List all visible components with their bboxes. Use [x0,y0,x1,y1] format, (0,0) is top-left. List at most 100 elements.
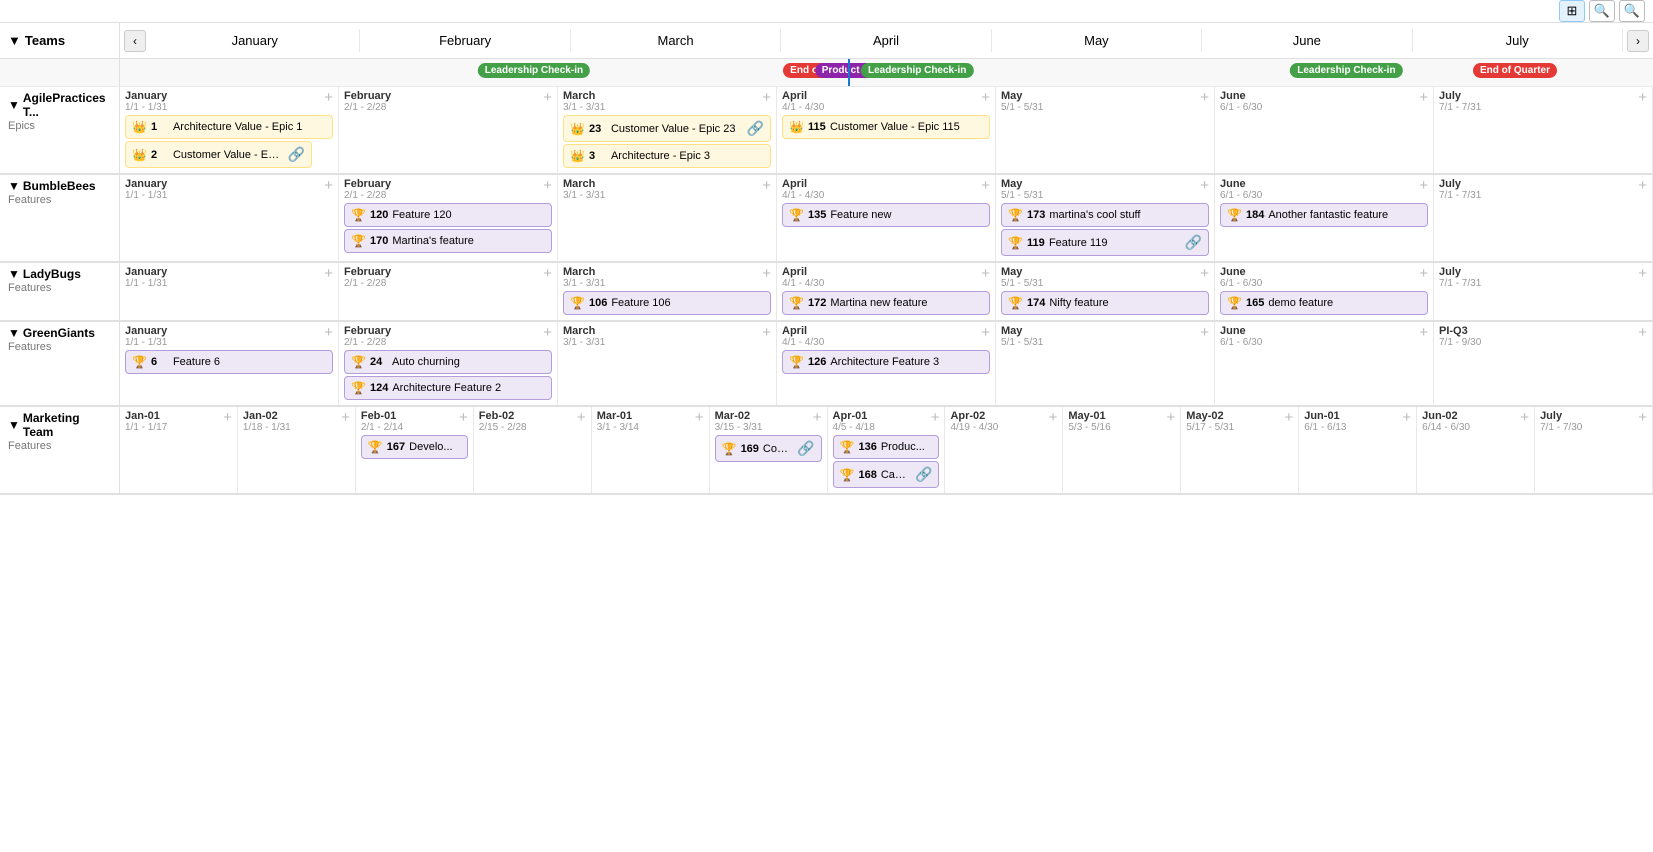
milestone-leadership-checkin-2: Leadership Check-in [861,63,973,78]
cell-add-button[interactable]: + [1419,90,1428,105]
feat-item-172[interactable]: 🏆 172 Martina new feature [782,291,990,315]
feat-item-119[interactable]: 🏆 119 Feature 119 🔗 [1001,229,1209,256]
cell-add-button[interactable]: + [324,90,333,105]
mkt-may01-cell: May-01 5/3 - 5/16 + [1063,407,1181,493]
feat-item-106[interactable]: 🏆 106 Feature 106 [563,291,771,315]
cell-period: January 1/1 - 1/31 [125,178,167,201]
cell-add-button[interactable]: + [695,410,704,425]
cell-add-button[interactable]: + [324,266,333,281]
feat-item-124[interactable]: 🏆 124 Architecture Feature 2 [344,376,552,400]
feat-icon: 🏆 [1008,236,1023,250]
group-marketingteam-name[interactable]: ▼ Marketing Team [8,411,111,439]
cell-add-button[interactable]: + [813,410,822,425]
group-bumblebees-name[interactable]: ▼ BumbleBees [8,179,111,193]
cell-add-button[interactable]: + [1167,410,1176,425]
cell-period-dates: 6/1 - 6/30 [1220,278,1262,289]
cell-add-button[interactable]: + [577,410,586,425]
group-greengiants-name[interactable]: ▼ GreenGiants [8,326,111,340]
cell-period-dates: 7/1 - 7/31 [1439,102,1481,113]
group-ladybugs-header: ▼ LadyBugs Features January 1/1 - 1/31 + [0,263,1653,320]
cell-add-button[interactable]: + [1638,410,1647,425]
nav-right-button[interactable]: › [1627,30,1649,52]
cell-head: Apr-01 4/5 - 4/18 + [833,410,940,433]
cell-head: February 2/1 - 2/28 + [344,90,552,113]
feat-item-168[interactable]: 🏆 168 Campa... 🔗 [833,461,940,488]
cell-period-dates: 4/5 - 4/18 [833,422,875,433]
cell-add-button[interactable]: + [981,266,990,281]
epic-item-3[interactable]: 👑 3 Architecture - Epic 3 [563,144,771,168]
cell-add-button[interactable]: + [981,90,990,105]
cell-add-button[interactable]: + [1049,410,1058,425]
feat-item-167[interactable]: 🏆 167 Develo... [361,435,468,459]
cell-add-button[interactable]: + [762,178,771,193]
cell-add-button[interactable]: + [1638,178,1647,193]
cell-add-button[interactable]: + [1638,266,1647,281]
epic-item-2[interactable]: 👑 2 Customer Value - Epic 2 🔗 [125,141,312,168]
feat-item-184[interactable]: 🏆 184 Another fantastic feature [1220,203,1428,227]
cell-add-button[interactable]: + [1419,266,1428,281]
cell-head: March 3/1 - 3/31 + [563,266,771,289]
epic-item-23[interactable]: 👑 23 Customer Value - Epic 23 🔗 [563,115,771,142]
teams-toggle[interactable]: ▼ Teams [0,23,120,58]
cell-add-button[interactable]: + [1419,325,1428,340]
cell-add-button[interactable]: + [1638,325,1647,340]
cell-add-button[interactable]: + [1284,410,1293,425]
feat-item-169[interactable]: 🏆 169 Communica... 🔗 [715,435,822,462]
feat-item-173[interactable]: 🏆 173 martina's cool stuff [1001,203,1209,227]
cell-head: Apr-02 4/19 - 4/30 + [950,410,1057,433]
group-agilepractices-sidebar: ▼ AgilePractices T... Epics [0,87,120,173]
greengiants-apr-cell: April 4/1 - 4/30 + 🏆 126 Architecture Fe… [777,322,996,405]
group-ladybugs-name[interactable]: ▼ LadyBugs [8,267,111,281]
cell-add-button[interactable]: + [543,90,552,105]
feat-item-170[interactable]: 🏆 170 Martina's feature [344,229,552,253]
cell-add-button[interactable]: + [762,325,771,340]
cell-period: June 6/1 - 6/30 [1220,266,1262,289]
cell-add-button[interactable]: + [981,178,990,193]
cell-add-button[interactable]: + [543,266,552,281]
epic-item-115[interactable]: 👑 115 Customer Value - Epic 115 [782,115,990,139]
cell-add-button[interactable]: + [762,90,771,105]
cell-add-button[interactable]: + [1638,90,1647,105]
cell-add-button[interactable]: + [931,410,940,425]
cell-add-button[interactable]: + [341,410,350,425]
feat-item-120[interactable]: 🏆 120 Feature 120 [344,203,552,227]
zoom-out-button[interactable]: 🔍 [1589,0,1615,22]
group-agilepractices-name[interactable]: ▼ AgilePractices T... [8,91,111,119]
feat-item-24[interactable]: 🏆 24 Auto churning [344,350,552,374]
cell-period-dates: 7/1 - 7/30 [1540,422,1582,433]
cell-add-button[interactable]: + [1402,410,1411,425]
cell-add-button[interactable]: + [1200,266,1209,281]
link-icon: 🔗 [747,120,764,137]
feat-item-135[interactable]: 🏆 135 Feature new [782,203,990,227]
cell-period-name: April [782,178,824,190]
cell-add-button[interactable]: + [981,325,990,340]
cell-add-button[interactable]: + [1200,178,1209,193]
epic-title: Architecture - Epic 3 [611,150,764,162]
feat-item-174[interactable]: 🏆 174 Nifty feature [1001,291,1209,315]
cell-add-button[interactable]: + [324,178,333,193]
zoom-in-button[interactable]: 🔍 [1619,0,1645,22]
grid-view-button[interactable]: ⊞ [1559,0,1585,22]
cell-add-button[interactable]: + [459,410,468,425]
cell-add-button[interactable]: + [1200,90,1209,105]
cell-add-button[interactable]: + [1520,410,1529,425]
cell-add-button[interactable]: + [762,266,771,281]
cell-period-name: Feb-01 [361,410,403,422]
month-header-jun: June [1202,29,1412,52]
feat-item-6[interactable]: 🏆 6 Feature 6 [125,350,333,374]
nav-left-button[interactable]: ‹ [124,30,146,52]
cell-head: January 1/1 - 1/31 + [125,266,333,289]
epic-item-1[interactable]: 👑 1 Architecture Value - Epic 1 [125,115,333,139]
cell-add-button[interactable]: + [1200,325,1209,340]
feat-item-165[interactable]: 🏆 165 demo feature [1220,291,1428,315]
group-bumblebees-sub: Features [8,194,111,206]
cell-add-button[interactable]: + [543,325,552,340]
feat-item-126[interactable]: 🏆 126 Architecture Feature 3 [782,350,990,374]
cell-add-button[interactable]: + [223,410,232,425]
group-agilepractices: ▼ AgilePractices T... Epics January 1/1 … [0,87,1653,175]
feat-item-136[interactable]: 🏆 136 Produc... [833,435,940,459]
cell-add-button[interactable]: + [324,325,333,340]
cell-add-button[interactable]: + [1419,178,1428,193]
chevron-icon: ▼ [8,267,20,281]
cell-add-button[interactable]: + [543,178,552,193]
